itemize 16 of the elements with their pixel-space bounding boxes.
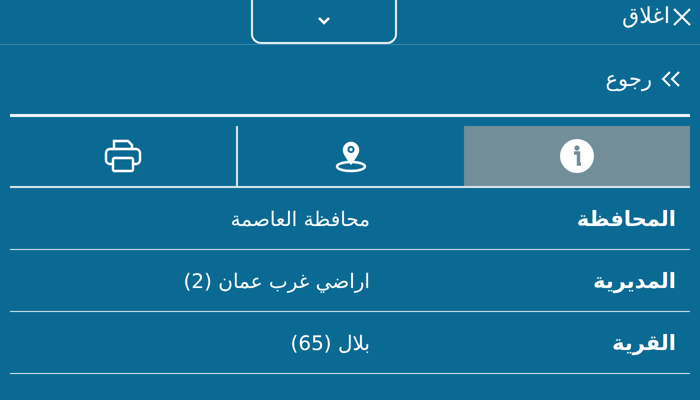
double-chevron-icon	[660, 70, 682, 88]
field-value: بلال (65)	[290, 330, 370, 354]
close-icon	[672, 6, 692, 26]
dropdown-button[interactable]	[251, 0, 397, 44]
printer-icon	[104, 139, 142, 173]
field-value: اراضي غرب عمان (2)	[184, 268, 370, 292]
field-value: محافظة العاصمة	[230, 206, 370, 230]
info-tab[interactable]	[464, 126, 690, 186]
chevron-down-icon	[317, 16, 331, 25]
back-link[interactable]: رجوع	[605, 67, 682, 91]
field-label: المديرية	[592, 268, 677, 292]
close-button[interactable]: اغلاق	[622, 4, 692, 29]
info-icon	[559, 138, 595, 174]
field-label: المحافظة	[576, 206, 677, 230]
location-pin-icon	[334, 139, 368, 173]
field-label: القرية	[611, 330, 677, 354]
